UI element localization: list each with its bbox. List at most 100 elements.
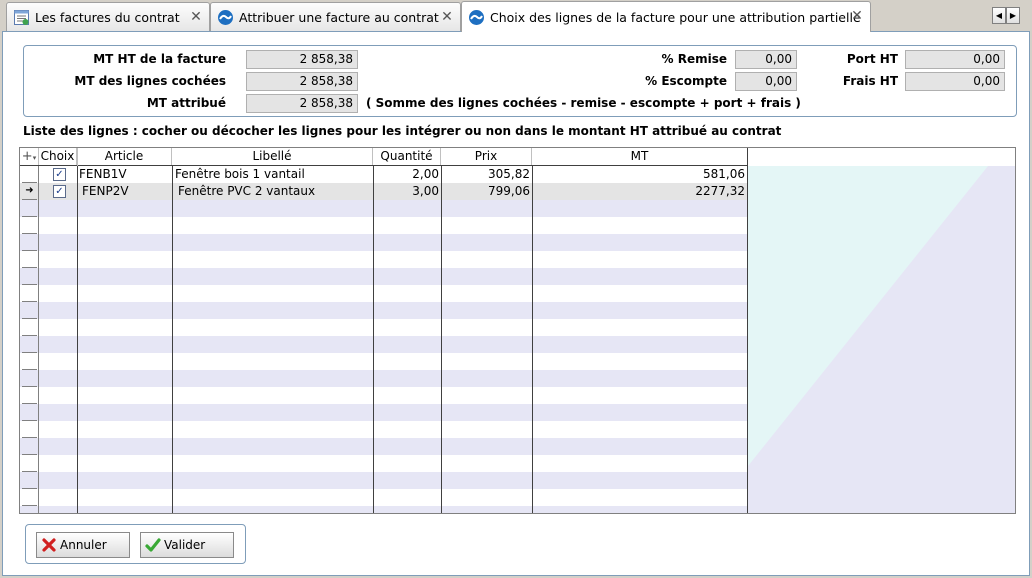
- blue-wave-icon: [218, 9, 233, 25]
- port-ht-field[interactable]: 0,00: [905, 50, 1005, 69]
- cell-libelle: Fenêtre PVC 2 vantaux: [178, 184, 316, 198]
- main-panel: MT HT de la facture 2 858,38 MT des lign…: [2, 31, 1030, 576]
- empty-row: [20, 200, 747, 217]
- formula-note: ( Somme des lignes cochées - remise - es…: [366, 96, 801, 110]
- cell-article: FENP2V: [82, 184, 129, 198]
- actions-box: Annuler Valider: [25, 524, 246, 564]
- tab-label: Les factures du contrat: [35, 9, 180, 25]
- tab-label: Attribuer une facture au contrat: [239, 9, 439, 25]
- table-header: +▾ Choix Article Libellé Quantité Prix M…: [20, 148, 747, 166]
- row-indicator: [22, 251, 37, 268]
- cell-libelle: Fenêtre bois 1 vantail: [175, 167, 305, 181]
- column-header-choix[interactable]: Choix: [39, 148, 77, 165]
- empty-row: [20, 336, 747, 353]
- row-indicator: [22, 268, 37, 285]
- column-divider: [373, 166, 374, 513]
- table-row[interactable]: ✓ FENP2V Fenêtre PVC 2 vantaux 3,00 799,…: [20, 183, 747, 200]
- empty-row: [20, 472, 747, 489]
- row-indicator: [22, 234, 37, 251]
- cell-mt: 2277,32: [695, 184, 745, 198]
- empty-row: [20, 234, 747, 251]
- cancel-button-label: Annuler: [60, 538, 107, 552]
- row-indicator: [22, 455, 37, 472]
- cell-quantite: 3,00: [412, 184, 439, 198]
- row-indicator: [22, 319, 37, 336]
- list-title: Liste des lignes : cocher ou décocher le…: [23, 124, 782, 138]
- row-indicator: [22, 472, 37, 489]
- column-header-quantite[interactable]: Quantité: [373, 148, 441, 165]
- close-icon[interactable]: ✕: [189, 9, 203, 25]
- column-divider: [532, 166, 533, 513]
- mt-attribue-field: 2 858,38: [246, 94, 358, 113]
- tab-bar: Les factures du contrat ✕ Attribuer une …: [0, 0, 1032, 32]
- cell-prix: 305,82: [488, 167, 530, 181]
- summary-box: MT HT de la facture 2 858,38 MT des lign…: [23, 45, 1017, 117]
- tab-choix-lignes[interactable]: Choix des lignes de la facture pour une …: [461, 1, 871, 32]
- frais-ht-field[interactable]: 0,00: [905, 72, 1005, 91]
- cancel-button[interactable]: Annuler: [36, 532, 130, 558]
- cell-quantite: 2,00: [412, 167, 439, 181]
- row-indicator: [22, 217, 37, 234]
- mt-attribue-label: MT attribué: [146, 96, 226, 110]
- row-indicator: [22, 438, 37, 455]
- lines-table: +▾ Choix Article Libellé Quantité Prix M…: [19, 147, 1016, 514]
- row-indicator: [22, 421, 37, 438]
- row-indicator: [22, 285, 37, 302]
- empty-row: [20, 404, 747, 421]
- column-divider: [77, 148, 78, 166]
- empty-row: [20, 506, 747, 513]
- row-indicator: [22, 370, 37, 387]
- validate-button-label: Valider: [164, 538, 206, 552]
- column-header-article[interactable]: Article: [77, 148, 172, 165]
- close-icon[interactable]: ✕: [440, 9, 454, 25]
- blue-wave-icon: [469, 9, 484, 25]
- row-indicator: [22, 404, 37, 421]
- validate-button[interactable]: Valider: [140, 532, 234, 558]
- green-check-icon: [145, 538, 161, 552]
- empty-row: [20, 370, 747, 387]
- empty-row: [20, 268, 747, 285]
- cell-article: FENB1V: [79, 167, 127, 181]
- row-indicator: [22, 336, 37, 353]
- row-indicator[interactable]: ➜: [22, 183, 37, 200]
- row-indicator: [22, 387, 37, 404]
- tab-scroll-right-icon[interactable]: ▶: [1006, 7, 1020, 24]
- column-header-prix[interactable]: Prix: [441, 148, 532, 165]
- row-indicator: [22, 506, 37, 513]
- tab-attribuer-facture[interactable]: Attribuer une facture au contrat ✕: [210, 2, 461, 31]
- empty-row: [20, 438, 747, 455]
- column-divider: [172, 166, 173, 513]
- cell-prix: 799,06: [488, 184, 530, 198]
- mt-ht-facture-label: MT HT de la facture: [93, 52, 226, 66]
- column-header-libelle[interactable]: Libellé: [172, 148, 373, 165]
- table-empty-area: [748, 166, 1015, 513]
- column-header-mt[interactable]: MT: [532, 148, 747, 165]
- empty-row: [20, 302, 747, 319]
- current-row-arrow-icon: ➜: [25, 185, 34, 196]
- table-body: ✓ FENB1V Fenêtre bois 1 vantail 2,00 305…: [20, 166, 747, 513]
- row-indicator: [22, 353, 37, 370]
- tab-scroll-left-icon[interactable]: ◀: [992, 7, 1006, 24]
- close-icon[interactable]: ✕: [850, 8, 864, 24]
- tab-nav: ◀ ▶: [992, 7, 1020, 24]
- row-checkbox[interactable]: ✓: [53, 185, 66, 198]
- mt-lignes-cochees-field: 2 858,38: [246, 72, 358, 91]
- tab-factures-contrat[interactable]: Les factures du contrat ✕: [6, 2, 210, 31]
- row-indicator: [22, 302, 37, 319]
- escompte-field[interactable]: 0,00: [735, 72, 797, 91]
- invoice-list-icon: [14, 9, 29, 25]
- remise-field[interactable]: 0,00: [735, 50, 797, 69]
- column-divider: [441, 166, 442, 513]
- row-indicator: [22, 200, 37, 217]
- frais-ht-label: Frais HT: [842, 74, 898, 88]
- row-indicator: [22, 489, 37, 506]
- escompte-label: % Escompte: [645, 74, 727, 88]
- column-divider: [77, 166, 78, 513]
- row-checkbox[interactable]: ✓: [53, 168, 66, 181]
- mt-ht-facture-field: 2 858,38: [246, 50, 358, 69]
- table-row[interactable]: ✓ FENB1V Fenêtre bois 1 vantail 2,00 305…: [20, 166, 747, 183]
- row-indicator[interactable]: [22, 166, 37, 183]
- tab-label: Choix des lignes de la facture pour une …: [490, 9, 861, 25]
- add-column-icon[interactable]: +▾: [20, 148, 39, 165]
- mt-lignes-cochees-label: MT des lignes cochées: [74, 74, 226, 88]
